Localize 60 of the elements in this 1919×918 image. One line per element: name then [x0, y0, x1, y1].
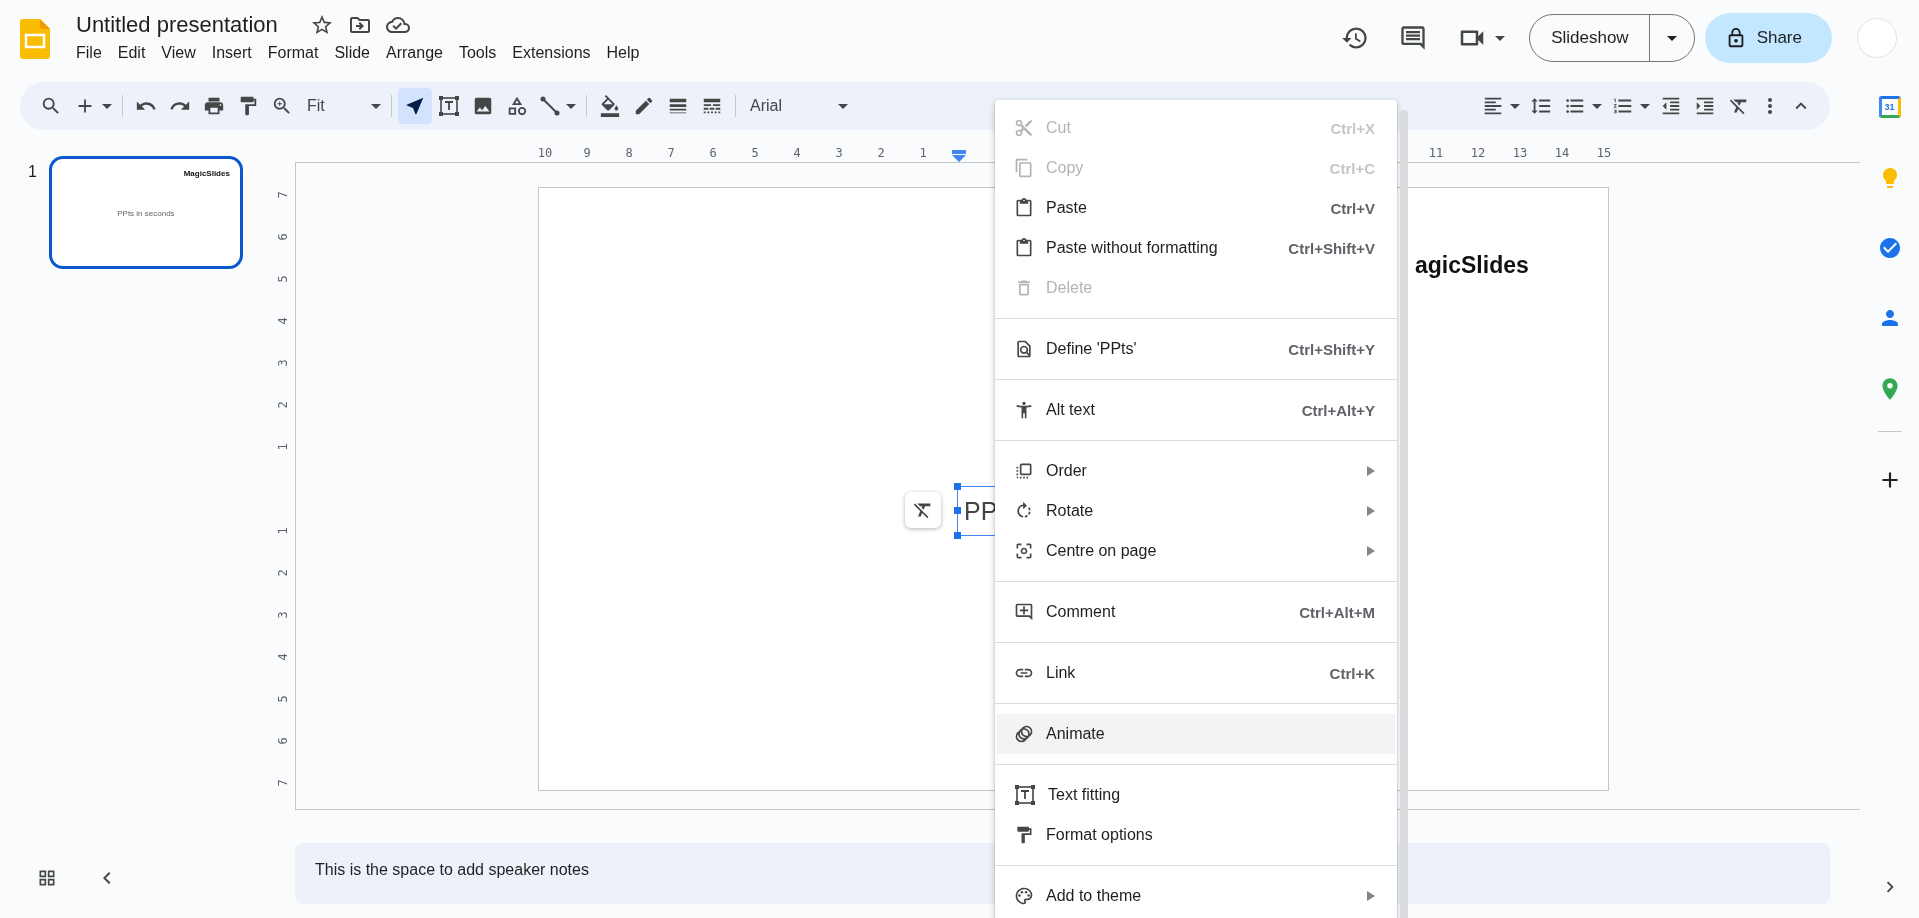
- ruler-number: 6: [708, 145, 718, 162]
- ruler-number: 15: [1595, 145, 1613, 162]
- ruler-number: 12: [1469, 145, 1487, 162]
- logo-text: agicSlides: [1415, 252, 1529, 279]
- ruler-number: 1: [275, 443, 290, 451]
- shortcut-text: Ctrl+V: [1330, 199, 1375, 217]
- slide-text: PP: [964, 497, 998, 526]
- menu-option-label: Delete: [1046, 279, 1093, 297]
- ruler-number: 7: [666, 145, 676, 162]
- ruler-number: 7: [275, 191, 290, 199]
- ruler-number: 4: [792, 145, 802, 162]
- ruler-number: 4: [275, 653, 290, 661]
- ruler-number: 5: [750, 145, 760, 162]
- ruler-number: 6: [275, 233, 290, 241]
- menu-option-label: Cut: [1046, 119, 1071, 137]
- ruler-number: 10: [536, 145, 554, 162]
- ruler-number: 1: [918, 145, 928, 162]
- ruler-number: 7: [275, 779, 290, 787]
- menu-option-label: Link: [1046, 664, 1076, 682]
- menu-option-label: Format options: [1046, 826, 1153, 844]
- ruler-number: 13: [1511, 145, 1529, 162]
- ruler-number: 11: [1427, 145, 1445, 162]
- ruler-number: 14: [1553, 145, 1571, 162]
- menu-option-label: Copy: [1046, 159, 1084, 177]
- menu-option-label: Add to theme: [1046, 887, 1142, 905]
- shortcut-text: Ctrl+Shift+V: [1288, 239, 1375, 257]
- menu-option-label: Animate: [1046, 725, 1105, 743]
- menu-option-label: Paste without formatting: [1046, 239, 1218, 257]
- shortcut-text: Ctrl+Alt+Y: [1301, 401, 1375, 419]
- menu-option-label: Text fitting: [1048, 786, 1121, 804]
- shortcut-text: Ctrl+Shift+Y: [1288, 340, 1375, 358]
- slide-number: 1: [28, 163, 37, 181]
- menu-option-label: Define 'PPts': [1046, 340, 1137, 358]
- menu-option-label: Alt text: [1046, 401, 1095, 419]
- menu-option-label: Centre on page: [1046, 542, 1157, 560]
- ruler-number: 8: [624, 145, 634, 162]
- menu-option-label: Paste: [1046, 199, 1087, 217]
- calendar-day: 31: [1884, 102, 1895, 112]
- ruler-number: 3: [275, 611, 290, 619]
- thumbnail-text: PPts in seconds: [116, 209, 176, 218]
- ruler-number: 2: [275, 401, 290, 409]
- ruler-number: 1: [275, 527, 290, 535]
- ruler-number: 5: [275, 695, 290, 703]
- menu-option-label: Rotate: [1046, 502, 1094, 520]
- ruler-number: 4: [275, 317, 290, 325]
- shortcut-text: Ctrl+Alt+M: [1299, 603, 1375, 621]
- ruler-number: 2: [876, 145, 886, 162]
- shortcut-text: Ctrl+K: [1329, 664, 1375, 682]
- speaker-notes-text: This is the space to add speaker notes: [315, 860, 589, 879]
- thumbnail-logo-text: MagicSlides: [183, 169, 230, 178]
- ruler-number: 3: [834, 145, 844, 162]
- shortcut-text: Ctrl+C: [1329, 159, 1375, 177]
- ruler-number: 2: [275, 569, 290, 577]
- menu-option-label: Comment: [1046, 603, 1116, 621]
- ruler-number: 9: [582, 145, 592, 162]
- ruler-number: 6: [275, 737, 290, 745]
- ruler-number: 5: [275, 275, 290, 283]
- menu-option-label: Order: [1046, 462, 1087, 480]
- shortcut-text: Ctrl+X: [1330, 119, 1375, 137]
- ruler-number: 3: [275, 359, 290, 367]
